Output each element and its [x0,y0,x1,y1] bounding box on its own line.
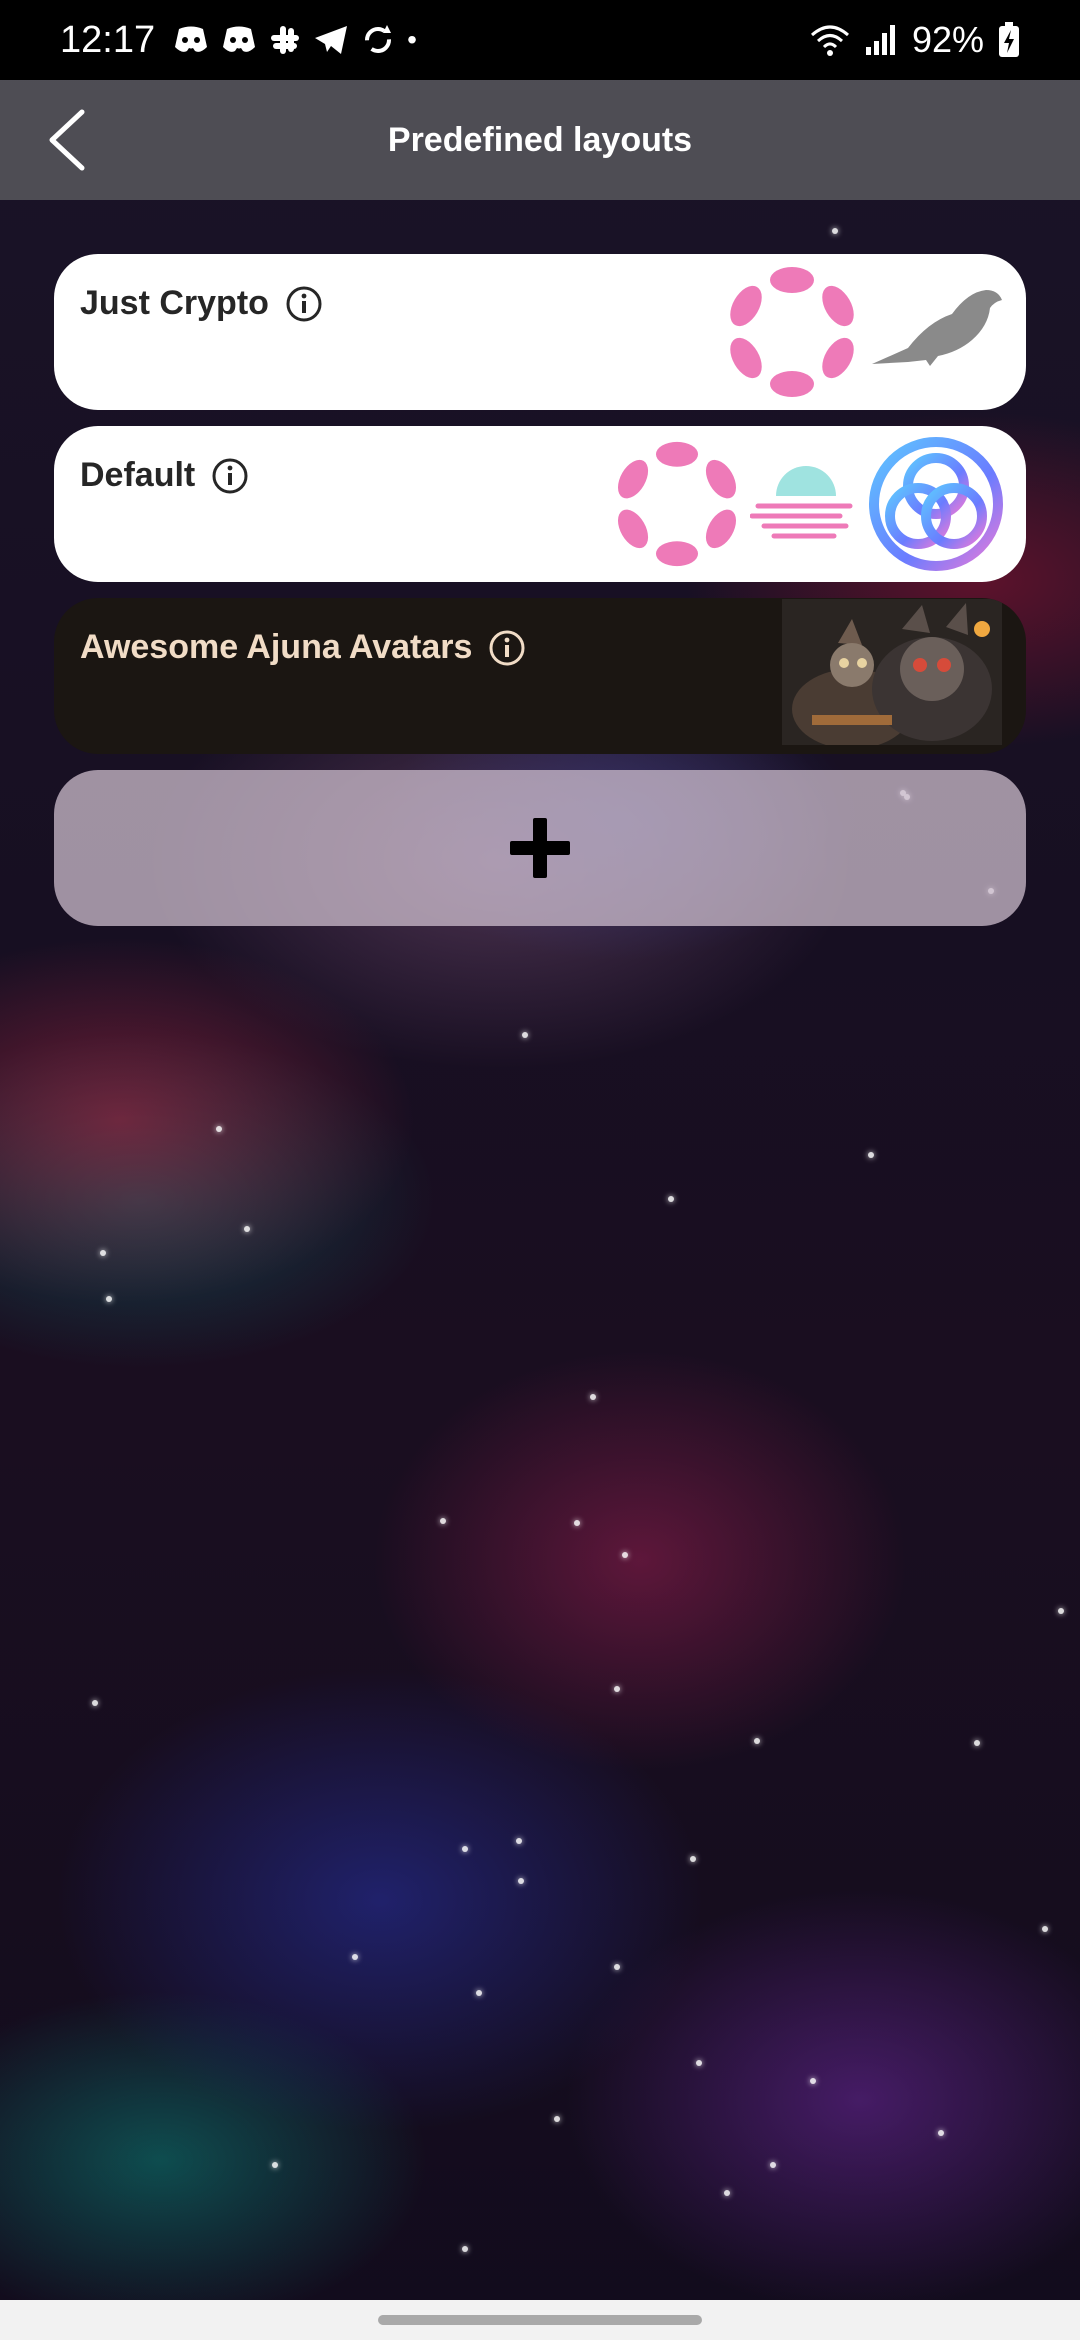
slack-icon [271,26,300,54]
battery-charging-icon [999,22,1019,57]
status-bar: 12:17 • 92% [0,0,1080,80]
discord-icon [175,26,208,52]
polkadot-logo-icon [730,267,854,397]
status-right: 92% [810,19,1020,61]
layout-name: Just Crypto [80,284,269,322]
layout-card-ajuna-avatars[interactable]: Awesome Ajuna Avatars [54,598,1026,754]
home-indicator[interactable] [378,2315,702,2325]
info-icon[interactable] [211,457,249,495]
app-header: Predefined layouts [0,80,1080,200]
signal-icon [865,25,895,55]
avatar-artwork-image [782,599,1002,745]
status-time: 12:17 [60,18,156,61]
sync-icon [365,25,392,53]
navigation-bar [0,2300,1080,2340]
discord-icon [223,26,256,52]
dot-icon: • [407,24,417,55]
chevron-left-icon [49,109,85,171]
battery-percent: 92% [911,19,984,60]
info-icon[interactable] [488,629,526,667]
info-icon[interactable] [285,285,323,323]
layout-name: Awesome Ajuna Avatars [80,628,473,666]
layout-images [724,264,1004,400]
knot-logo-icon [869,437,1003,571]
page-title: Predefined layouts [387,120,693,159]
back-button[interactable] [34,108,98,172]
layout-card-just-crypto[interactable]: Just Crypto [54,254,1026,410]
crow-icon [872,290,1002,366]
wifi-icon [810,25,849,56]
moonbeam-logo-icon [750,466,853,539]
notification-icons: • [173,23,417,57]
layout-name: Default [80,456,196,494]
layout-title-row: Awesome Ajuna Avatars [80,628,526,667]
layout-images [782,599,1002,745]
layout-images [612,436,1004,572]
layout-title-row: Just Crypto [80,284,323,323]
telegram-icon [315,26,348,54]
plus-icon [510,818,570,878]
layout-title-row: Default [80,456,249,495]
layout-card-default[interactable]: Default [54,426,1026,582]
polkadot-logo-icon [617,441,737,567]
add-layout-button[interactable] [54,770,1026,926]
